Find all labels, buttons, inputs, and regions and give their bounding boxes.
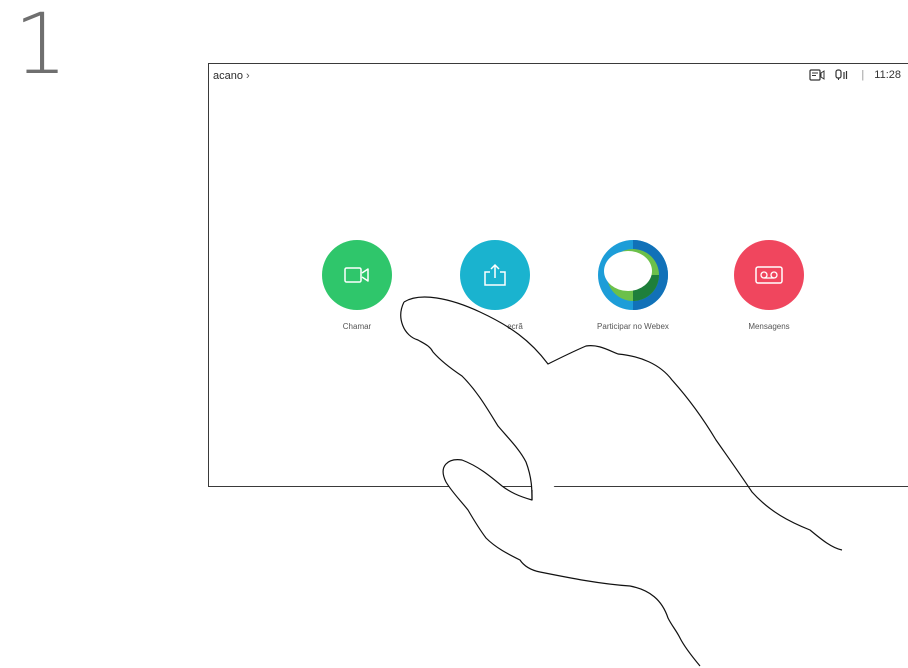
voicemail-icon xyxy=(755,266,783,284)
webex-icon xyxy=(598,240,668,310)
share-screen-button[interactable]: ecrã xyxy=(435,240,555,331)
self-view-icon[interactable] xyxy=(809,69,825,81)
webex-circle[interactable] xyxy=(598,240,668,310)
share-circle[interactable] xyxy=(460,240,530,310)
proximity-icon[interactable] xyxy=(835,69,851,81)
clock-time: 11:28 xyxy=(874,69,901,81)
messages-circle[interactable] xyxy=(734,240,804,310)
share-label: ecrã xyxy=(507,322,523,331)
touch-screen: acano › | 11:28 Chamar ecrã Participar n… xyxy=(208,63,908,487)
call-circle[interactable] xyxy=(322,240,392,310)
device-name-label: acano xyxy=(213,70,243,82)
call-label: Chamar xyxy=(342,322,372,331)
join-webex-button[interactable]: Participar no Webex xyxy=(573,240,693,331)
step-number: 1 xyxy=(14,0,68,93)
webex-label: Participar no Webex xyxy=(597,322,669,331)
chevron-right-icon: › xyxy=(245,70,250,82)
top-bar: acano › | 11:28 xyxy=(209,64,908,90)
status-area: | 11:28 xyxy=(809,69,901,81)
video-camera-icon xyxy=(344,267,369,283)
status-separator: | xyxy=(861,69,865,81)
messages-label: Mensagens xyxy=(748,322,790,331)
call-button[interactable]: Chamar xyxy=(297,240,417,331)
device-name-button[interactable]: acano › xyxy=(213,70,250,82)
messages-button[interactable]: Mensagens xyxy=(709,240,829,331)
share-screen-icon xyxy=(484,263,506,286)
